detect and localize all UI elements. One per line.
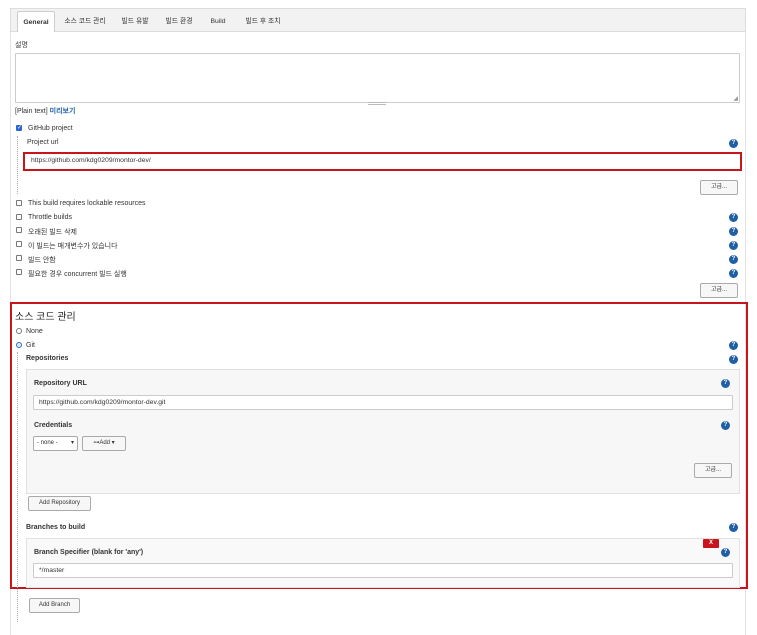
parameterized-checkbox[interactable] xyxy=(16,241,22,247)
concurrent-builds-checkbox[interactable] xyxy=(16,269,22,275)
add-credentials-button[interactable]: ⊶Add ▾ xyxy=(82,436,126,451)
disable-build-label: 빌드 안함 xyxy=(28,257,56,264)
github-project-checkbox[interactable] xyxy=(16,124,22,131)
throttle-builds-checkbox[interactable] xyxy=(16,214,22,220)
repositories-help-icon[interactable]: ? xyxy=(729,355,738,364)
project-url-input[interactable]: https://github.com/kdg0209/montor-dev/ xyxy=(26,154,740,169)
scm-none-label: None xyxy=(26,328,43,335)
advanced-button[interactable]: 고급... xyxy=(700,180,738,195)
branch-specifier-help-icon[interactable]: ? xyxy=(721,548,730,557)
repository-advanced-button[interactable]: 고급... xyxy=(694,463,732,478)
concurrent-builds-help-icon[interactable]: ? xyxy=(729,269,738,278)
tab-build-environment[interactable]: 빌드 환경 xyxy=(161,11,197,33)
concurrent-builds-label: 필요한 경우 concurrent 빌드 실행 xyxy=(28,271,127,278)
branch-specifier-input[interactable]: */master xyxy=(33,563,733,578)
parameterized-label: 이 빌드는 매개변수가 있습니다 xyxy=(28,243,118,250)
github-project-label: GitHub project xyxy=(28,125,73,132)
chevron-down-icon: ▾ xyxy=(70,440,74,446)
scm-git-label: Git xyxy=(26,342,35,349)
add-branch-button[interactable]: Add Branch xyxy=(29,598,80,613)
advanced-button-2[interactable]: 고급... xyxy=(700,283,738,298)
repository-block xyxy=(26,369,740,494)
format-hint: [Plain text] 미리보기 xyxy=(15,106,75,116)
preview-link[interactable]: 미리보기 xyxy=(50,108,76,115)
tab-post-build-actions[interactable]: 빌드 후 조치 xyxy=(239,11,287,33)
resize-handle-icon[interactable]: ◢ xyxy=(733,95,738,102)
plain-text-label: [Plain text] xyxy=(15,108,48,115)
disable-build-help-icon[interactable]: ? xyxy=(729,255,738,264)
textarea-grip-icon[interactable] xyxy=(368,102,386,105)
scm-none-radio[interactable] xyxy=(16,328,22,334)
lockable-resources-checkbox[interactable] xyxy=(16,200,22,206)
git-indent-line xyxy=(17,352,18,622)
tab-build[interactable]: Build xyxy=(203,11,233,33)
discard-old-builds-checkbox[interactable] xyxy=(16,227,22,233)
repository-url-input[interactable]: https://github.com/kdg0209/montor-dev.gi… xyxy=(33,395,733,410)
repository-url-label: Repository URL xyxy=(34,380,87,387)
branch-specifier-label: Branch Specifier (blank for 'any') xyxy=(34,549,144,556)
description-label: 설명 xyxy=(15,42,28,49)
branches-help-icon[interactable]: ? xyxy=(729,523,738,532)
credentials-select[interactable]: - none - ▾ xyxy=(33,436,78,451)
add-credentials-label: Add xyxy=(99,440,110,446)
project-url-label: Project url xyxy=(27,139,59,146)
lockable-resources-label: This build requires lockable resources xyxy=(28,200,146,207)
delete-branch-button[interactable]: X xyxy=(703,539,719,548)
tab-build-triggers[interactable]: 빌드 유발 xyxy=(117,11,153,33)
chevron-down-icon: ▾ xyxy=(111,440,115,446)
discard-old-builds-label: 오래된 빌드 삭제 xyxy=(28,229,77,236)
repository-url-help-icon[interactable]: ? xyxy=(721,379,730,388)
repositories-label: Repositories xyxy=(26,355,69,362)
scm-git-radio[interactable] xyxy=(16,342,22,348)
parameterized-help-icon[interactable]: ? xyxy=(729,241,738,250)
credentials-help-icon[interactable]: ? xyxy=(721,421,730,430)
description-textarea[interactable] xyxy=(15,53,740,103)
throttle-builds-help-icon[interactable]: ? xyxy=(729,213,738,222)
credentials-label: Credentials xyxy=(34,422,73,429)
section-indent-line xyxy=(17,136,18,194)
project-url-help-icon[interactable]: ? xyxy=(729,139,738,148)
tab-general[interactable]: General xyxy=(17,11,55,33)
branches-to-build-label: Branches to build xyxy=(26,524,86,531)
tab-source-code-management[interactable]: 소스 코드 관리 xyxy=(59,11,111,33)
add-repository-button[interactable]: Add Repository xyxy=(28,496,91,511)
scm-section-title: 소스 코드 관리 xyxy=(15,312,76,323)
disable-build-checkbox[interactable] xyxy=(16,255,22,261)
credentials-selected-value: - none - xyxy=(37,440,58,446)
throttle-builds-label: Throttle builds xyxy=(28,214,72,221)
discard-old-builds-help-icon[interactable]: ? xyxy=(729,227,738,236)
tab-bar: General 소스 코드 관리 빌드 유발 빌드 환경 Build 빌드 후 … xyxy=(10,8,746,33)
git-help-icon[interactable]: ? xyxy=(729,341,738,350)
